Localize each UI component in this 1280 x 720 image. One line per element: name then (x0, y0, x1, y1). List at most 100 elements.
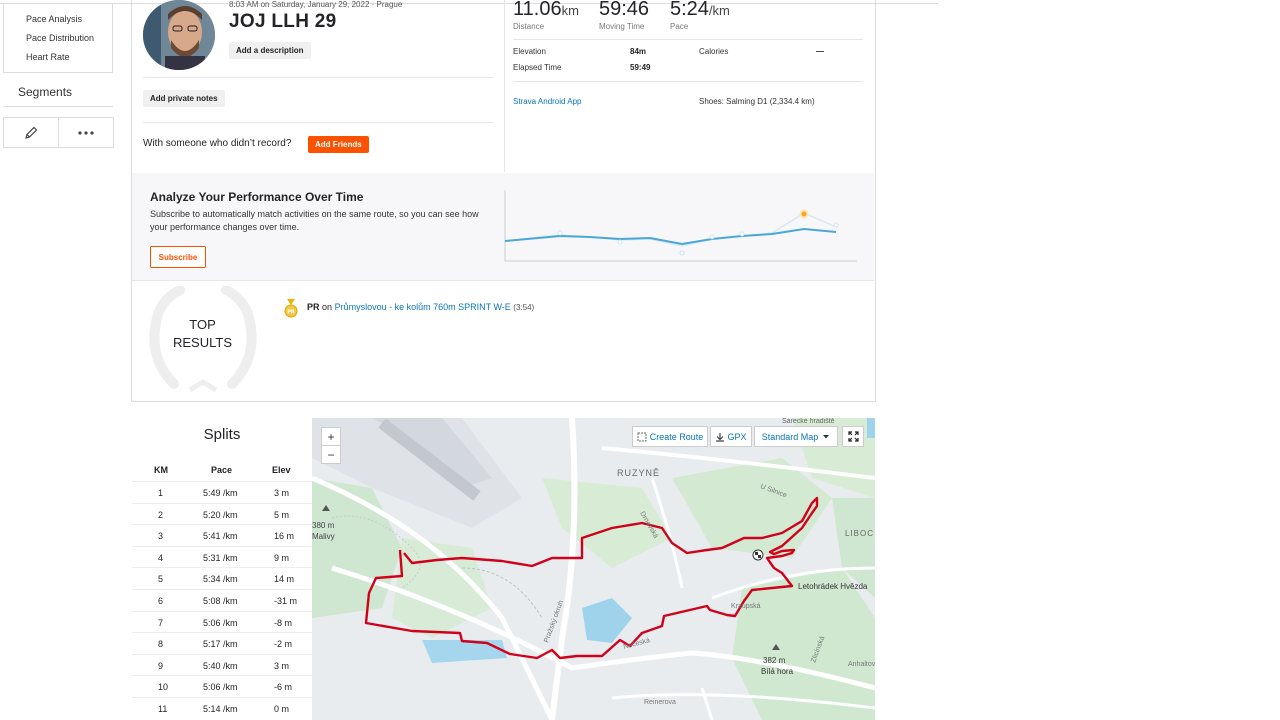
pr-medal-icon: PR (284, 299, 298, 318)
finish-flag-icon (752, 549, 764, 561)
split-elev-value: -2 (274, 639, 283, 650)
calories-label: Calories (699, 47, 729, 56)
split-pace-unit: /km (223, 617, 238, 628)
split-elev-unit: m (281, 509, 290, 520)
split-elev: 9 m (274, 553, 289, 563)
split-pace-unit: /km (223, 682, 238, 693)
activity-title: JOJ LLH 29 (229, 11, 337, 32)
pr-label: PR (307, 302, 320, 312)
gpx-download-button[interactable]: GPX (710, 426, 752, 447)
distance-value: 11.06 (513, 0, 562, 20)
split-elev-value: -31 (274, 596, 288, 606)
top-results-label: TOP RESULTS (160, 316, 245, 352)
split-km: 11 (158, 704, 168, 714)
pr-time: (3:54) (513, 303, 535, 312)
subscribe-button[interactable]: Subscribe (150, 246, 206, 268)
table-row: 11 5:14 /km 0 m (132, 697, 312, 720)
split-elev-unit: m (286, 574, 295, 585)
distance-unit: km (561, 3, 579, 18)
activity-actions (3, 117, 114, 148)
download-icon (716, 432, 725, 442)
nav-pace-distribution[interactable]: Pace Distribution (26, 33, 94, 43)
elevation-value: 84m (630, 47, 647, 56)
split-pace: 5:06 /km (203, 682, 238, 692)
pr-segment-link[interactable]: Průmyslovou - ke kolům 760m SPRINT W-E (335, 302, 511, 312)
split-elev-unit: m (286, 531, 295, 542)
table-row: 8 5:17 /km -2 m (132, 632, 312, 655)
split-pace-value: 5:14 (203, 704, 221, 714)
split-pace-value: 5:20 (203, 509, 221, 520)
edit-button[interactable] (4, 118, 58, 147)
split-pace-value: 5:06 (203, 617, 221, 628)
nav-segments-label: Segments (18, 85, 73, 99)
split-pace: 5:41 /km (203, 531, 238, 541)
device-link[interactable]: Strava Android App (513, 97, 582, 106)
avatar-photo (143, 0, 215, 70)
fullscreen-button[interactable] (842, 426, 864, 447)
athlete-avatar[interactable] (143, 0, 215, 70)
table-row: 6 5:08 /km -31 m (132, 589, 312, 612)
split-pace-unit: /km (223, 574, 238, 585)
splits-header-elev: Elev (272, 465, 291, 475)
split-elev: -31 m (274, 596, 297, 606)
divider (513, 39, 863, 40)
split-km: 9 (158, 660, 164, 671)
pace-label: Pace (670, 22, 689, 31)
split-pace-unit: /km (223, 552, 238, 563)
route-icon (637, 432, 647, 441)
analyze-description: Subscribe to automatically match activit… (150, 209, 479, 232)
split-pace: 5:20 /km (203, 510, 238, 520)
split-elev: -8 m (274, 618, 292, 628)
map-label-malivy-elev: 380 m (312, 521, 335, 530)
split-pace-value: 5:41 (203, 531, 221, 542)
map-label-bila-hora-elev: 382 m (763, 656, 786, 665)
map-type-select[interactable]: Standard Map (754, 426, 838, 447)
split-pace: 5:14 /km (203, 704, 238, 714)
split-pace: 5:08 /km (203, 596, 238, 606)
nav-pace-analysis[interactable]: Pace Analysis (26, 14, 82, 24)
divider (132, 280, 874, 281)
split-km: 6 (158, 596, 164, 606)
vertical-divider (504, 0, 505, 172)
split-elev-value: 16 (274, 531, 285, 542)
analyze-title: Analyze Your Performance Over Time (150, 190, 364, 204)
moving-time-label: Moving Time (599, 22, 645, 31)
stat-pace: 5:24/km (670, 0, 730, 21)
elapsed-value: 59:49 (630, 63, 651, 72)
split-km: 3 (158, 531, 164, 542)
trend-line (504, 227, 837, 246)
split-pace: 5:17 /km (203, 639, 238, 649)
split-elev: 3 m (274, 488, 289, 498)
add-friends-button[interactable]: Add Friends (308, 136, 369, 153)
map-label-kraupska: Kraupská (731, 603, 761, 610)
moving-time-value: 59:46 (599, 0, 650, 20)
zoom-out-button[interactable]: − (321, 445, 341, 464)
split-elev-value: -8 (274, 617, 283, 628)
pr-on-text: on (322, 302, 333, 312)
trend-point (557, 230, 563, 236)
divider (513, 81, 863, 82)
nav-segments[interactable]: Segments (3, 75, 113, 107)
split-pace-unit: /km (223, 596, 238, 606)
add-private-notes-button[interactable]: Add private notes (143, 90, 225, 107)
table-row: 10 5:06 /km -6 m (132, 675, 312, 698)
more-button[interactable] (59, 118, 113, 147)
chevron-down-icon (823, 434, 830, 438)
split-elev: -2 m (274, 639, 292, 649)
activity-date: 8:03 AM on Saturday, January 29, 2022 · … (229, 0, 403, 9)
split-elev-value: 14 (274, 574, 285, 585)
analysis-nav-box: Pace Analysis Pace Distribution Heart Ra… (3, 4, 113, 73)
route-map[interactable]: RUZYNĚ 380 m Malivy Letohrádek Hvězda 38… (312, 418, 875, 720)
map-type-label: Standard Map (761, 431, 819, 442)
svg-text:PR: PR (287, 310, 295, 316)
nav-heart-rate[interactable]: Heart Rate (26, 52, 70, 62)
create-route-button[interactable]: Create Route (632, 426, 708, 447)
map-label-sarecke: Šárecké hradiště (782, 418, 835, 425)
add-description-button[interactable]: Add a description (229, 42, 311, 59)
splits-header-pace: Pace (211, 465, 233, 475)
zoom-in-button[interactable]: + (321, 427, 341, 446)
split-pace-value: 5:40 (203, 660, 221, 671)
split-elev: 14 m (274, 574, 294, 584)
expand-icon (847, 431, 859, 442)
split-elev-value: 3 (274, 660, 280, 671)
